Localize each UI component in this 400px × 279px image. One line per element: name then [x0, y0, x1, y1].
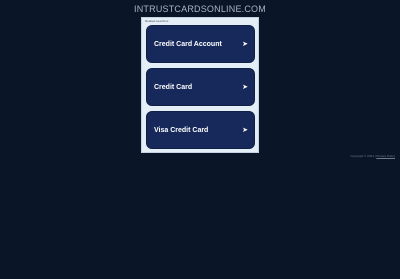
arrow-right-icon: ➤: [242, 41, 248, 48]
site-title: INTRUSTCARDSONLINE.COM: [134, 4, 266, 14]
link-button-visa-credit-card[interactable]: Visa Credit Card ➤: [146, 111, 255, 149]
arrow-right-icon: ➤: [242, 84, 248, 91]
page: INTRUSTCARDSONLINE.COM Related searches …: [0, 0, 400, 279]
link-label: Credit Card Account: [154, 40, 222, 48]
link-label: Visa Credit Card: [154, 126, 209, 134]
related-searches-panel: Related searches Credit Card Account ➤ C…: [141, 17, 259, 153]
privacy-policy-link[interactable]: Privacy Policy: [376, 154, 395, 158]
copyright-text: Copyright © 2024 |: [350, 154, 376, 158]
link-button-credit-card[interactable]: Credit Card ➤: [146, 68, 255, 106]
footer: Copyright © 2024 | Privacy Policy: [350, 154, 395, 158]
panel-label: Related searches: [145, 19, 169, 23]
link-label: Credit Card: [154, 83, 193, 91]
arrow-right-icon: ➤: [242, 127, 248, 134]
link-button-credit-card-account[interactable]: Credit Card Account ➤: [146, 25, 255, 63]
